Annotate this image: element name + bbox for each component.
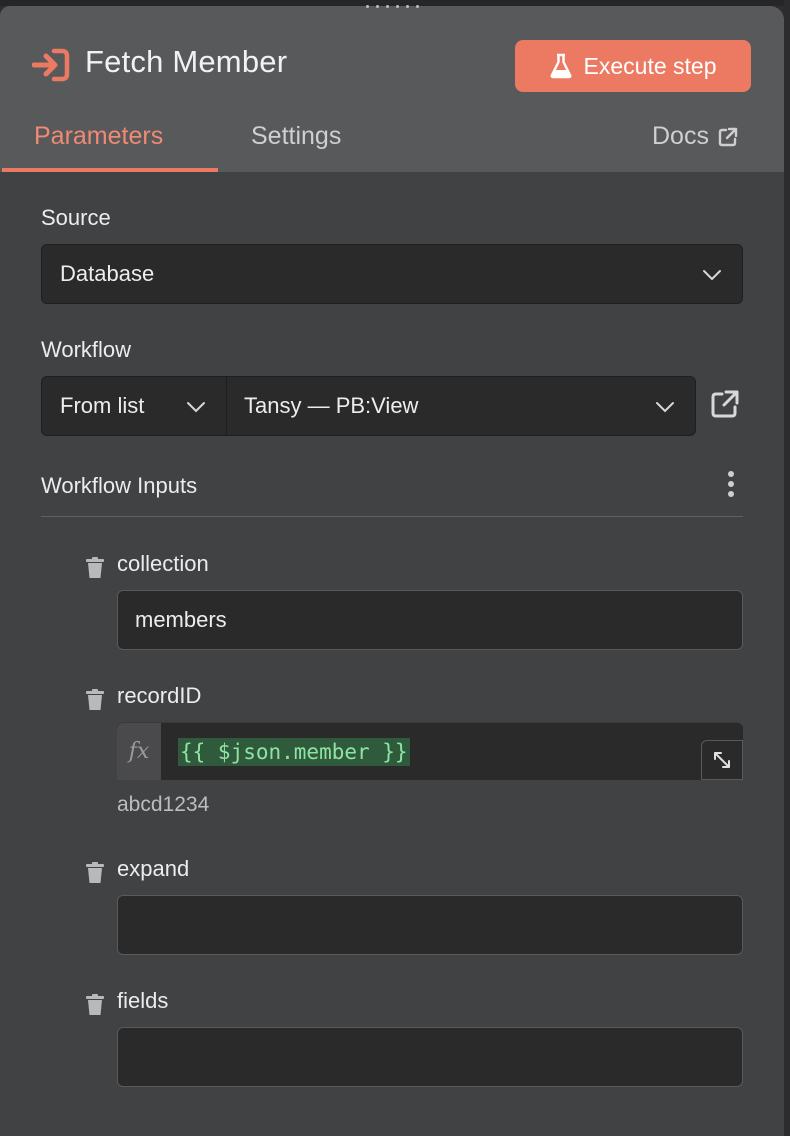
trash-icon[interactable] xyxy=(85,994,105,1016)
param-input-fields[interactable] xyxy=(117,1027,743,1087)
execute-step-button[interactable]: Execute step xyxy=(515,40,751,92)
param-name-collection: collection xyxy=(117,551,209,576)
flask-icon xyxy=(550,53,571,79)
chevron-down-icon xyxy=(656,402,674,413)
expression-text: {{ $json.member }} xyxy=(178,738,410,766)
trash-icon[interactable] xyxy=(85,557,105,579)
workflow-select[interactable]: Tansy — PB:View xyxy=(226,376,696,436)
tab-settings[interactable]: Settings xyxy=(251,122,341,151)
trash-icon[interactable] xyxy=(85,689,105,711)
tab-parameters[interactable]: Parameters xyxy=(34,122,163,151)
fx-indicator: fx xyxy=(117,723,161,780)
param-name-fields: fields xyxy=(117,988,169,1013)
node-title: Fetch Member xyxy=(85,44,288,79)
chevron-down-icon xyxy=(187,402,205,413)
section-divider xyxy=(41,516,743,517)
open-workflow-external-icon[interactable] xyxy=(710,389,740,419)
active-tab-indicator xyxy=(2,168,218,172)
execute-step-label: Execute step xyxy=(583,52,717,79)
more-options-icon[interactable] xyxy=(726,470,736,498)
param-name-recordid: recordID xyxy=(117,683,202,708)
param-name-expand: expand xyxy=(117,856,190,881)
param-input-collection[interactable]: members xyxy=(117,590,743,650)
workflow-mode-select[interactable]: From list xyxy=(41,376,227,436)
docs-link[interactable]: Docs xyxy=(652,122,739,151)
param-input-expand[interactable] xyxy=(117,895,743,955)
right-gutter xyxy=(784,0,790,1136)
expand-expression-button[interactable] xyxy=(701,740,743,780)
source-select[interactable]: Database xyxy=(41,244,743,304)
panel-drag-handle[interactable] xyxy=(366,0,420,12)
workflow-value: Tansy — PB:View xyxy=(244,393,419,418)
docs-label: Docs xyxy=(652,122,709,150)
workflow-mode-value: From list xyxy=(60,393,145,418)
chevron-down-icon xyxy=(703,270,721,281)
param-expression-recordid[interactable]: fx {{ $json.member }} xyxy=(117,722,743,780)
workflow-inputs-title: Workflow Inputs xyxy=(41,473,198,498)
expression-preview: abcd1234 xyxy=(117,793,210,816)
expand-diagonal-icon xyxy=(714,752,730,768)
source-label: Source xyxy=(41,205,111,230)
trash-icon[interactable] xyxy=(85,862,105,884)
panel-header: Fetch Member Execute step Parameters Set… xyxy=(0,6,784,172)
external-link-icon xyxy=(718,127,738,146)
sign-in-arrow-icon xyxy=(32,48,70,82)
source-value: Database xyxy=(60,261,155,286)
workflow-label: Workflow xyxy=(41,337,132,362)
